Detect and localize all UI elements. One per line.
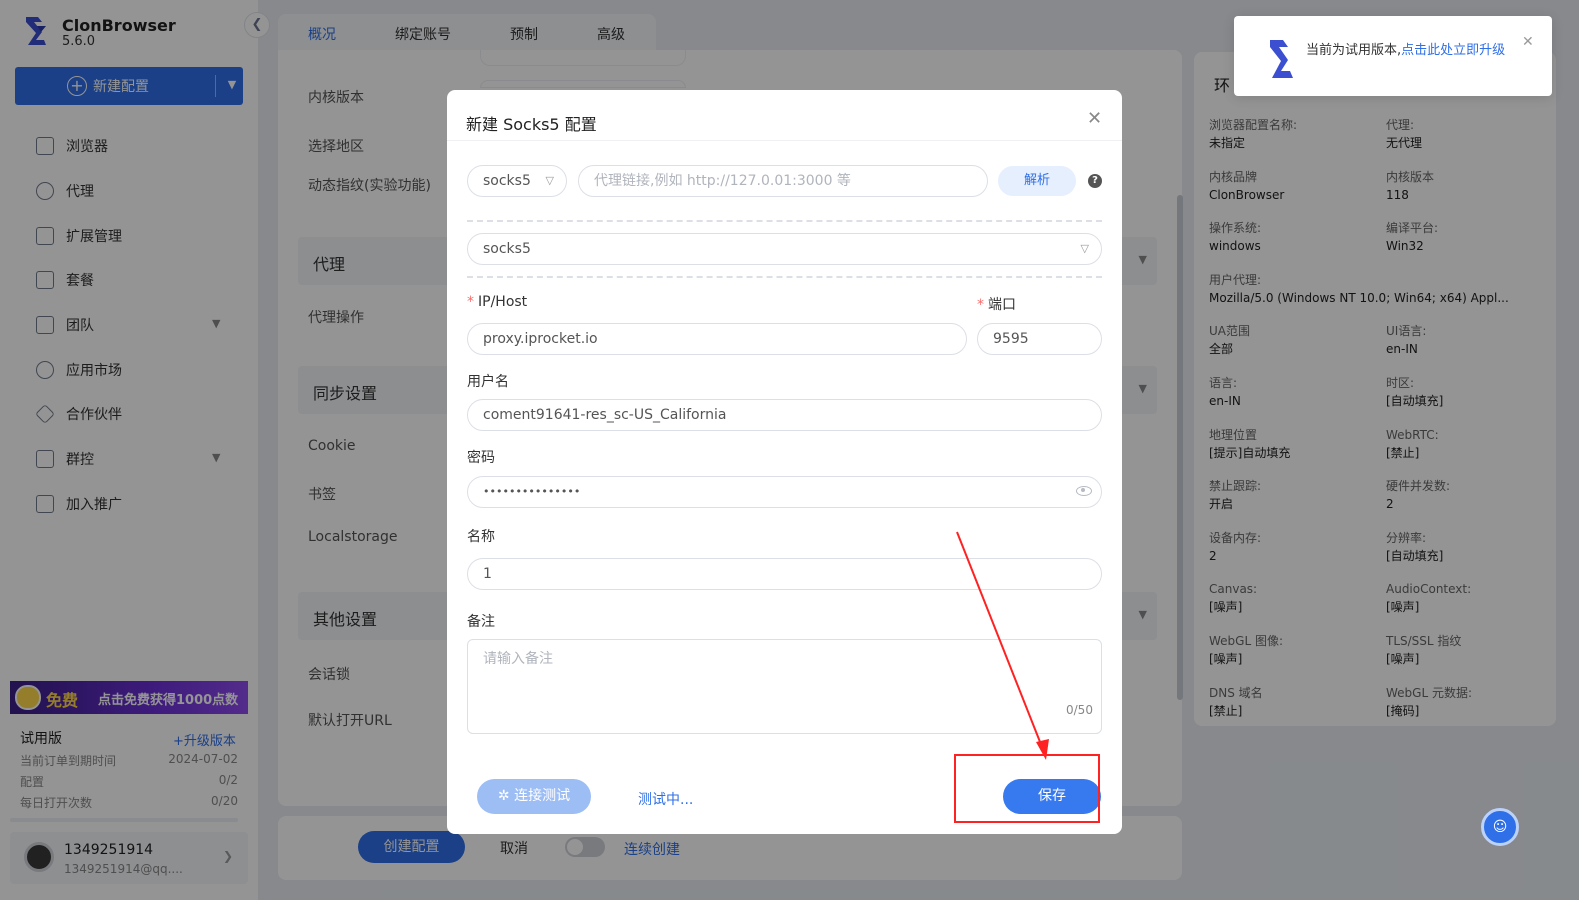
annotation-highlight-box <box>954 754 1100 823</box>
annotation-arrow <box>956 531 1049 760</box>
